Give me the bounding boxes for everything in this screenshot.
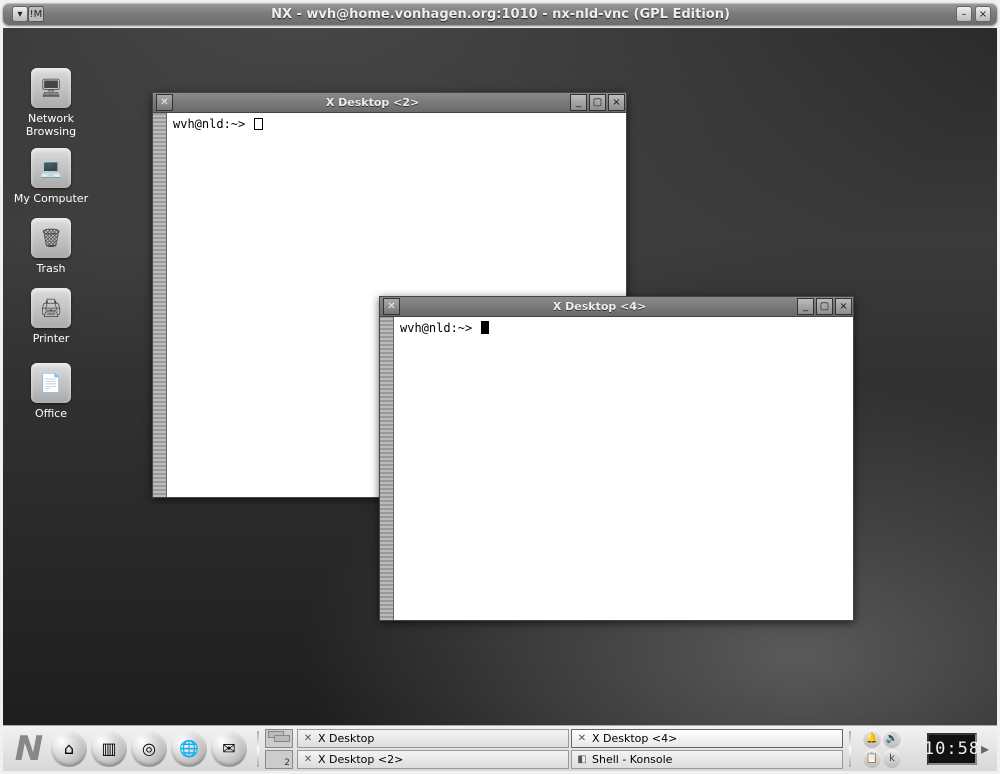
launcher-shell-icon[interactable]: ▥ bbox=[91, 731, 127, 767]
outer-menu-button[interactable]: ▾ bbox=[12, 6, 28, 22]
desktop-icon-label: Office bbox=[3, 407, 99, 420]
window-close-button[interactable]: × bbox=[835, 298, 852, 315]
printer-icon: 🖨 bbox=[31, 288, 71, 328]
taskbar: N ⌂ ▥ ◎ 🌐 ✉ 2 ✕ X Desktop ✕ X Desktop <4> … bbox=[3, 725, 997, 771]
tray-volume-icon[interactable]: 🔊 bbox=[883, 730, 901, 748]
taskbar-separator bbox=[257, 731, 259, 767]
window-maximize-button[interactable]: ▢ bbox=[589, 94, 606, 111]
task-label: X Desktop <4> bbox=[592, 732, 677, 745]
desktop-pager[interactable]: 2 bbox=[265, 729, 293, 769]
window-titlebar[interactable]: ✕ X Desktop <4> _ ▢ × bbox=[379, 296, 854, 316]
pager-desktop-1[interactable] bbox=[265, 729, 293, 748]
task-xdesktop-2[interactable]: ✕ X Desktop <2> bbox=[297, 750, 569, 769]
desktop-icon-label: Network Browsing bbox=[3, 112, 99, 138]
x-icon: ✕ bbox=[302, 753, 314, 765]
mail-icon: ✉ bbox=[222, 739, 235, 758]
tray-notifier-icon[interactable]: 🔔 bbox=[863, 730, 881, 748]
window-close-button[interactable]: × bbox=[608, 94, 625, 111]
outer-close-button[interactable]: × bbox=[975, 6, 991, 22]
globe-icon: 🌐 bbox=[179, 739, 199, 758]
desktop-icon-label: Trash bbox=[3, 262, 99, 275]
window-titlebar[interactable]: ✕ X Desktop <2> _ ▢ × bbox=[152, 92, 627, 112]
task-label: X Desktop bbox=[318, 732, 374, 745]
outer-minimize-button[interactable]: – bbox=[956, 6, 972, 22]
desktop-icon-label: Printer bbox=[3, 332, 99, 345]
task-xdesktop[interactable]: ✕ X Desktop bbox=[297, 729, 569, 748]
outer-app-icon: !M bbox=[28, 6, 44, 22]
desktop-icon-mycomputer[interactable]: 💻 My Computer bbox=[3, 148, 99, 205]
taskbar-clock[interactable]: 10:58 bbox=[927, 733, 977, 765]
terminal-cursor-icon bbox=[254, 118, 263, 130]
launcher-disc-icon[interactable]: ◎ bbox=[131, 731, 167, 767]
panel-expand-icon[interactable]: ▸ bbox=[981, 739, 993, 758]
pager-desktop-2[interactable]: 2 bbox=[265, 750, 293, 769]
task-shell-konsole[interactable]: ◧ Shell - Konsole bbox=[571, 750, 843, 769]
monitor-icon: 💻 bbox=[31, 148, 71, 188]
desktop-icon-network[interactable]: 🖥 Network Browsing bbox=[3, 68, 99, 138]
pager-number: 2 bbox=[284, 758, 290, 768]
window-title: X Desktop <4> bbox=[403, 300, 796, 313]
tray-keyboard-icon[interactable]: k bbox=[883, 750, 901, 768]
disc-icon: ◎ bbox=[142, 739, 156, 758]
launcher-n-menu[interactable]: N bbox=[7, 729, 51, 769]
launcher-mail-icon[interactable]: ✉ bbox=[211, 731, 247, 767]
system-tray: 🔔 🔊 📋 k bbox=[863, 730, 921, 768]
tray-clipboard-icon[interactable]: 📋 bbox=[863, 750, 881, 768]
window-scrollbar[interactable] bbox=[380, 317, 394, 620]
task-label: X Desktop <2> bbox=[318, 753, 403, 766]
desktop-icon-office[interactable]: 📄 Office bbox=[3, 363, 99, 420]
window-maximize-button[interactable]: ▢ bbox=[816, 298, 833, 315]
document-icon: 📄 bbox=[31, 363, 71, 403]
terminal-prompt: wvh@nld:~> bbox=[400, 321, 479, 335]
x-icon: ✕ bbox=[576, 732, 588, 744]
x-icon: ✕ bbox=[302, 732, 314, 744]
task-label: Shell - Konsole bbox=[592, 753, 672, 766]
window-body: wvh@nld:~> bbox=[379, 316, 854, 621]
trash-icon: 🗑 bbox=[31, 218, 71, 258]
launcher-home-icon[interactable]: ⌂ bbox=[51, 731, 87, 767]
taskbar-separator bbox=[849, 731, 851, 767]
desktop-icon-trash[interactable]: 🗑 Trash bbox=[3, 218, 99, 275]
outer-window-title: NX - wvh@home.vonhagen.org:1010 - nx-nld… bbox=[48, 7, 953, 22]
launcher-web-icon[interactable]: 🌐 bbox=[171, 731, 207, 767]
desktop-area[interactable]: 🖥 Network Browsing 💻 My Computer 🗑 Trash… bbox=[3, 28, 997, 726]
terminal-prompt: wvh@nld:~> bbox=[173, 117, 252, 131]
task-list: ✕ X Desktop ✕ X Desktop <4> ✕ X Desktop <2>… bbox=[297, 729, 843, 769]
window-minimize-button[interactable]: _ bbox=[570, 94, 587, 111]
window-minimize-button[interactable]: _ bbox=[797, 298, 814, 315]
desktop-icon-printer[interactable]: 🖨 Printer bbox=[3, 288, 99, 345]
desktop-icon-label: My Computer bbox=[3, 192, 99, 205]
konsole-icon: ◧ bbox=[576, 753, 588, 765]
shell-icon: ▥ bbox=[101, 739, 116, 758]
terminal-area[interactable]: wvh@nld:~> bbox=[394, 317, 853, 620]
window-title: X Desktop <2> bbox=[176, 96, 569, 109]
window-scrollbar[interactable] bbox=[153, 113, 167, 497]
window-xdesktop-4[interactable]: ✕ X Desktop <4> _ ▢ × wvh@nld:~> bbox=[379, 296, 854, 621]
terminal-cursor-icon bbox=[481, 321, 489, 334]
outer-window-titlebar: ▾ !M NX - wvh@home.vonhagen.org:1010 - n… bbox=[3, 3, 997, 25]
window-system-menu-icon[interactable]: ✕ bbox=[156, 94, 173, 111]
task-xdesktop-4[interactable]: ✕ X Desktop <4> bbox=[571, 729, 843, 748]
window-system-menu-icon[interactable]: ✕ bbox=[383, 298, 400, 315]
computer-icon: 🖥 bbox=[31, 68, 71, 108]
home-icon: ⌂ bbox=[64, 739, 74, 758]
